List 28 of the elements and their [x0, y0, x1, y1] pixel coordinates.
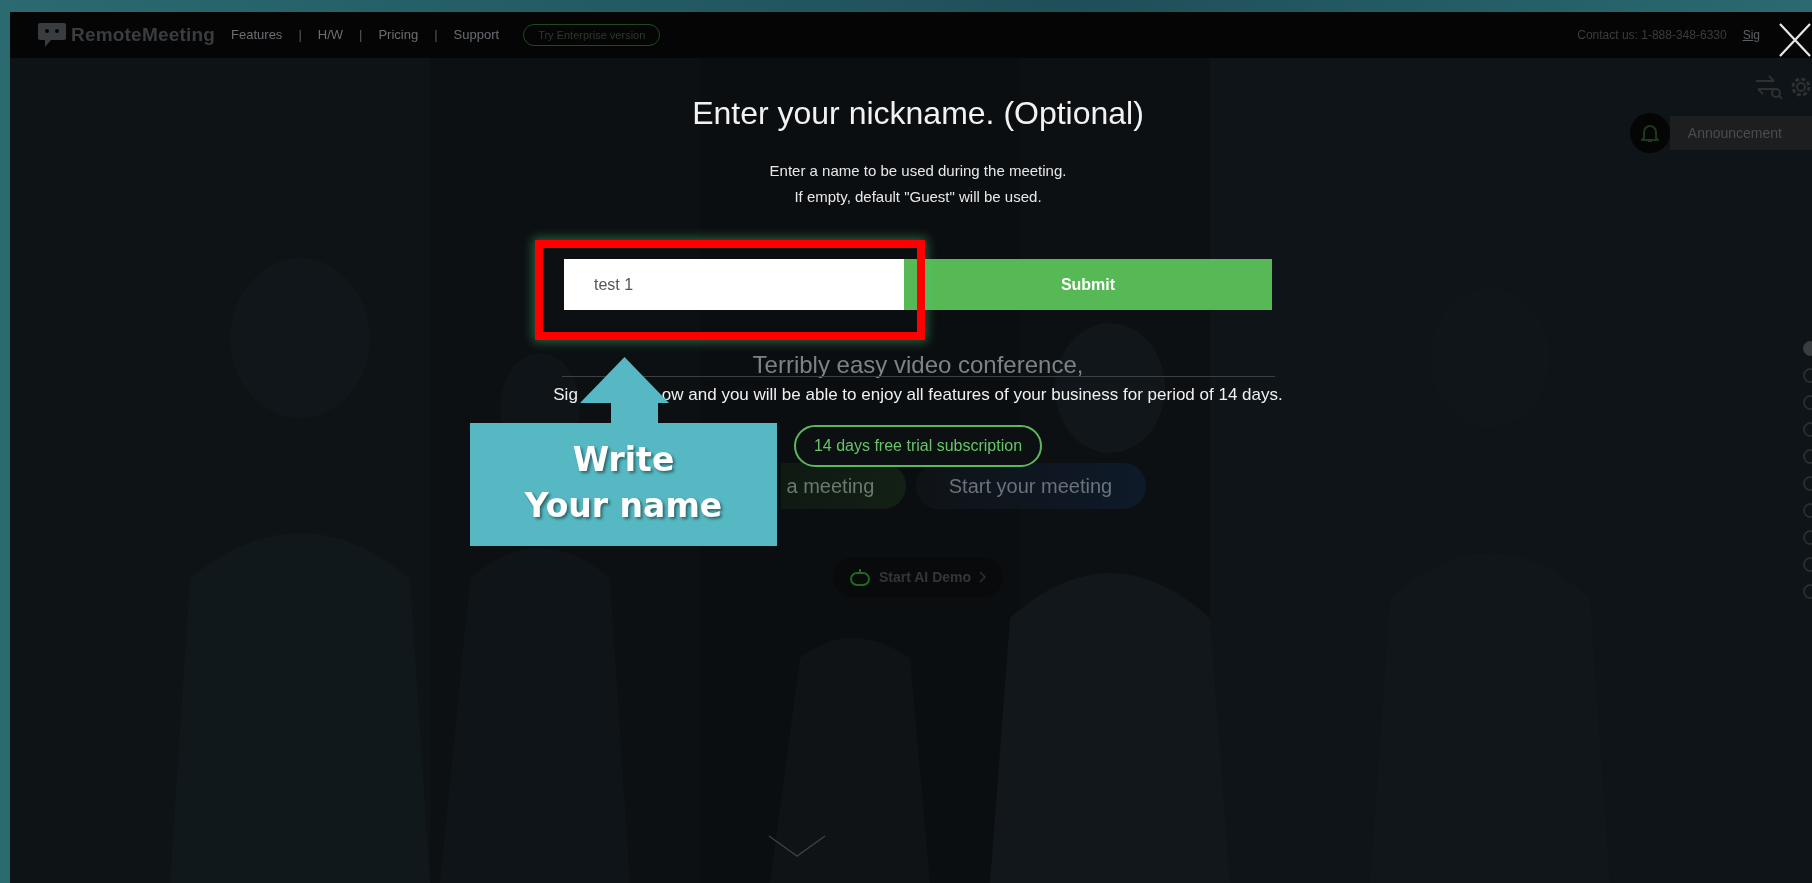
- close-icon[interactable]: [1778, 22, 1812, 58]
- nav-link[interactable]: Support: [453, 25, 500, 45]
- chevron-right-icon: [979, 571, 988, 583]
- chevron-down-icon[interactable]: [767, 834, 827, 858]
- robot-icon: [848, 567, 871, 587]
- join-meeting-button[interactable]: a meeting: [780, 463, 906, 509]
- nav-link[interactable]: Pricing: [378, 25, 419, 45]
- nav-link[interactable]: Features: [231, 25, 283, 45]
- description-text: Enter a name to be used during the meeting.: [769, 161, 1067, 181]
- submit-button[interactable]: Submit: [904, 259, 1272, 310]
- logo-icon: [37, 21, 67, 49]
- sign-in-link[interactable]: Sig: [1742, 26, 1760, 44]
- tagline-text: Terribly easy video conference,: [752, 350, 1084, 380]
- nav-separator: |: [298, 26, 302, 45]
- nav-link[interactable]: H/W: [317, 25, 344, 45]
- signup-text: ow and you will be able to enjoy all features of your business for period of 14 days.: [661, 384, 1283, 406]
- nav-separator: |: [359, 26, 363, 45]
- contact-text: Contact us: 1-888-348-6330: [1577, 27, 1727, 44]
- swap-search-icon[interactable]: [1754, 74, 1784, 100]
- start-meeting-button[interactable]: Start your meeting: [915, 463, 1146, 509]
- signup-text: Sig: [553, 384, 578, 406]
- modal-title: Enter your nickname. (Optional): [692, 94, 1144, 133]
- trial-button[interactable]: 14 days free trial subscription: [793, 425, 1043, 467]
- description-text: If empty, default "Guest" will be used.: [793, 187, 1043, 207]
- nav-separator: |: [434, 26, 438, 45]
- nickname-field[interactable]: test 1: [564, 259, 904, 310]
- callout-label: Write Your name: [470, 423, 777, 546]
- bell-icon: [1640, 123, 1659, 143]
